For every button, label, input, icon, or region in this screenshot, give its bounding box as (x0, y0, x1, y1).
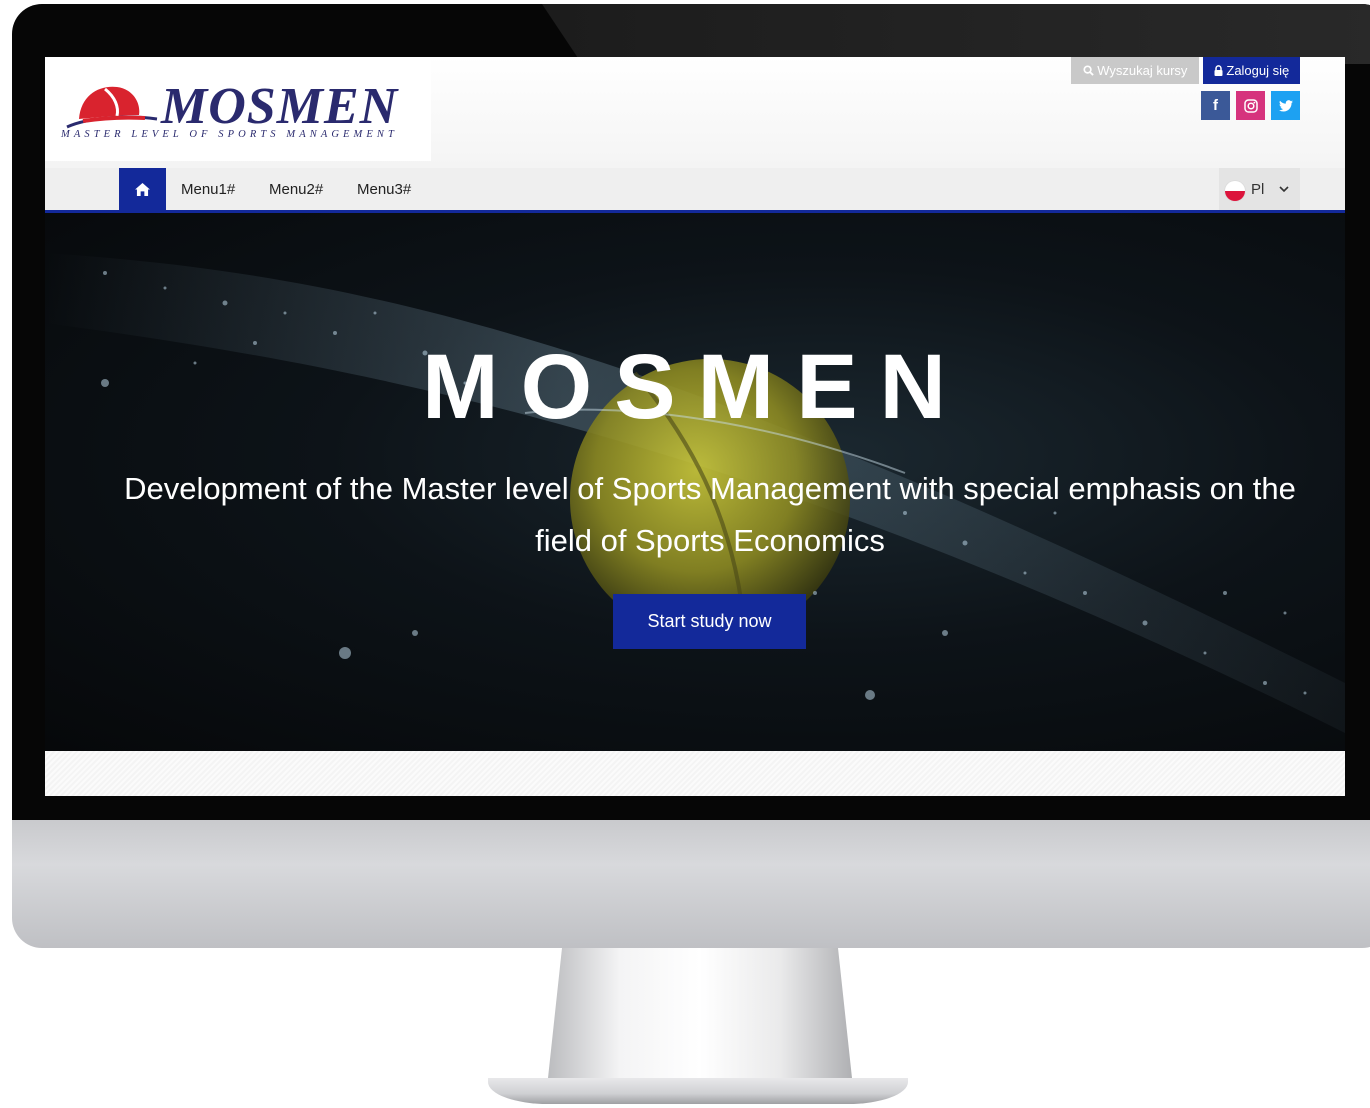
search-courses-label: Wyszukaj kursy (1097, 63, 1188, 78)
nav-item-menu1[interactable]: Menu1# (181, 168, 235, 210)
website-screen: MOSMEN MASTER LEVEL OF SPORTS MANAGEMENT… (45, 57, 1345, 796)
facebook-button[interactable]: f (1201, 91, 1230, 120)
twitter-button[interactable] (1271, 91, 1300, 120)
hero-title: MOSMEN (422, 336, 968, 438)
nav-item-menu3[interactable]: Menu3# (357, 168, 411, 210)
home-icon (135, 182, 150, 196)
monitor-chin (12, 820, 1370, 948)
login-label: Zaloguj się (1226, 63, 1290, 78)
hero-banner: MOSMEN Development of the Master level o… (45, 213, 1345, 751)
logo-wordmark: MOSMEN (161, 78, 399, 135)
chevron-down-icon (1279, 186, 1289, 193)
monitor-stand (548, 948, 852, 1078)
monitor-base (488, 1078, 908, 1104)
twitter-icon (1278, 99, 1293, 111)
main-navigation: Menu1# Menu2# Menu3# Pl (45, 168, 1345, 213)
hero-subtitle: Development of the Master level of Sport… (124, 471, 1296, 558)
lock-icon (1214, 63, 1227, 78)
content-section-top (45, 751, 1345, 796)
search-icon (1083, 63, 1098, 78)
login-button[interactable]: Zaloguj się (1203, 57, 1300, 84)
language-code: Pl (1251, 181, 1265, 198)
site-header: MOSMEN MASTER LEVEL OF SPORTS MANAGEMENT… (45, 57, 1345, 168)
nav-home-button[interactable] (119, 168, 166, 210)
instagram-icon (1243, 98, 1258, 113)
tennis-ball-logo-icon (66, 86, 158, 129)
start-study-button[interactable]: Start study now (613, 594, 806, 649)
site-logo[interactable]: MOSMEN MASTER LEVEL OF SPORTS MANAGEMENT (45, 57, 431, 161)
nav-item-menu2[interactable]: Menu2# (269, 168, 323, 210)
logo-tagline: MASTER LEVEL OF SPORTS MANAGEMENT (61, 129, 398, 140)
facebook-icon: f (1213, 97, 1218, 114)
poland-flag-icon (1225, 181, 1245, 201)
instagram-button[interactable] (1236, 91, 1265, 120)
search-courses-button[interactable]: Wyszukaj kursy (1071, 57, 1199, 84)
language-selector[interactable]: Pl (1219, 168, 1300, 210)
